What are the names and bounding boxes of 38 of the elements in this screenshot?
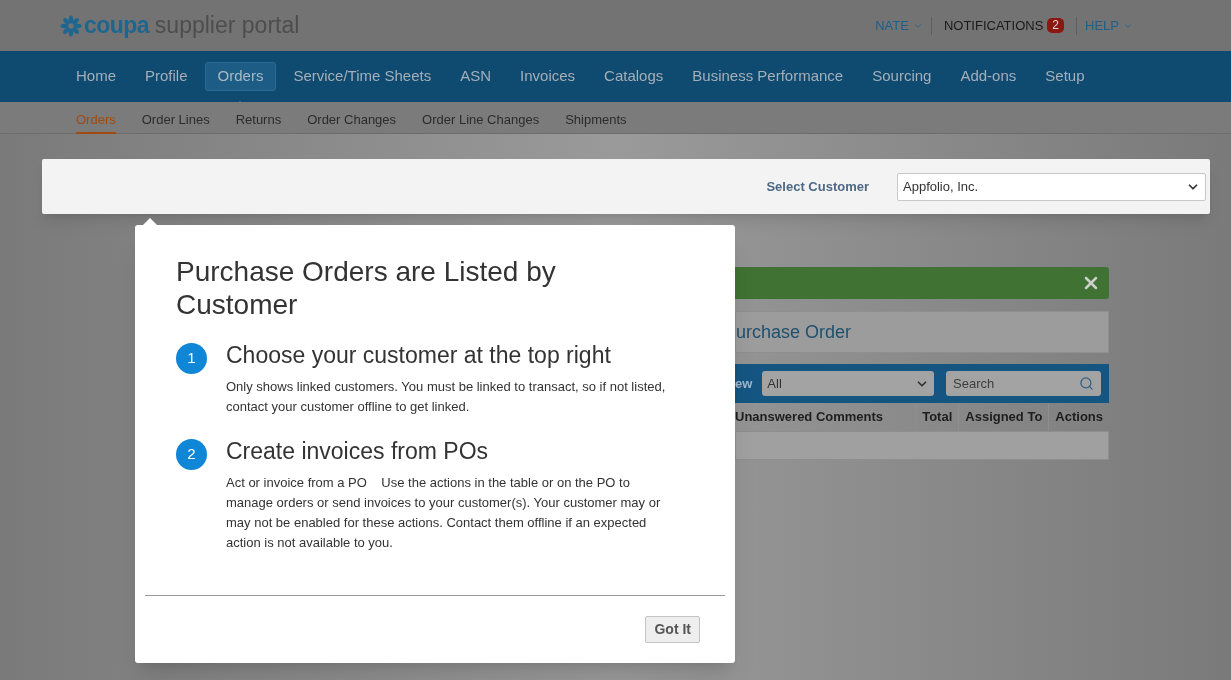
subnav-tab[interactable]: Shipments [565, 107, 627, 134]
nav-tab[interactable]: Service/Time Sheets [281, 62, 444, 91]
nav-tab[interactable]: Profile [133, 62, 200, 91]
subnav-tab[interactable]: Order Changes [307, 107, 397, 134]
column-header: Unanswered Comments [735, 408, 885, 427]
subnav-tab[interactable]: Order Lines [141, 107, 210, 134]
panel-title: urchase Order [736, 320, 852, 344]
search-field[interactable]: Search [946, 371, 1101, 396]
nav-tab[interactable]: Add-ons [948, 62, 1029, 91]
nav-tab[interactable]: Catalogs [592, 62, 676, 91]
step-heading: Choose your customer at the top right [226, 341, 612, 369]
notifications-menu[interactable]: NOTIFICATIONS 2 [931, 15, 1077, 36]
notification-count: 2 [1047, 18, 1065, 33]
step-number: 1 [176, 343, 207, 374]
column-header: Assigned To [958, 403, 1049, 431]
view-select[interactable]: All [762, 371, 935, 396]
subnav-tab[interactable]: Order Line Changes [422, 107, 540, 134]
nav-tab[interactable]: Setup [1033, 62, 1097, 91]
view-label: ew [735, 374, 753, 393]
popover-title: Purchase Orders are Listed by Customer [176, 255, 557, 321]
column-header: Total [915, 403, 959, 431]
nav-tab[interactable]: ASN [448, 62, 504, 91]
search-icon [1079, 376, 1094, 391]
customer-select[interactable]: Appfolio, Inc. [897, 172, 1206, 201]
logo-icon [60, 14, 82, 37]
nav-tab[interactable]: Invoices [508, 62, 588, 91]
column-header: Actions [1048, 403, 1109, 431]
select-customer-label: Select Customer [766, 177, 869, 196]
step-number: 2 [176, 439, 207, 470]
subnav-tab[interactable]: Returns [235, 107, 282, 134]
step-heading: Create invoices from POs [226, 437, 490, 465]
step-text: Only shows linked customers. You must be linked to transact, so if not listed, contact your customer offline to get linked. [226, 378, 666, 416]
step-text: Act or invoice from a PO Use the actions in the table or on the PO to manage orders or send invoices to your customer(s). Your customer may or may not be enabled for these actions. Contact them offline if an expected action is not available to you. [226, 474, 662, 552]
nav-tab[interactable]: Business Performance [680, 62, 856, 91]
logo-brand: coupa [84, 11, 149, 41]
got-it-button[interactable]: Got It [645, 616, 700, 643]
nav-tab[interactable]: Home [64, 62, 128, 91]
nav-tab[interactable]: Sourcing [860, 62, 944, 91]
